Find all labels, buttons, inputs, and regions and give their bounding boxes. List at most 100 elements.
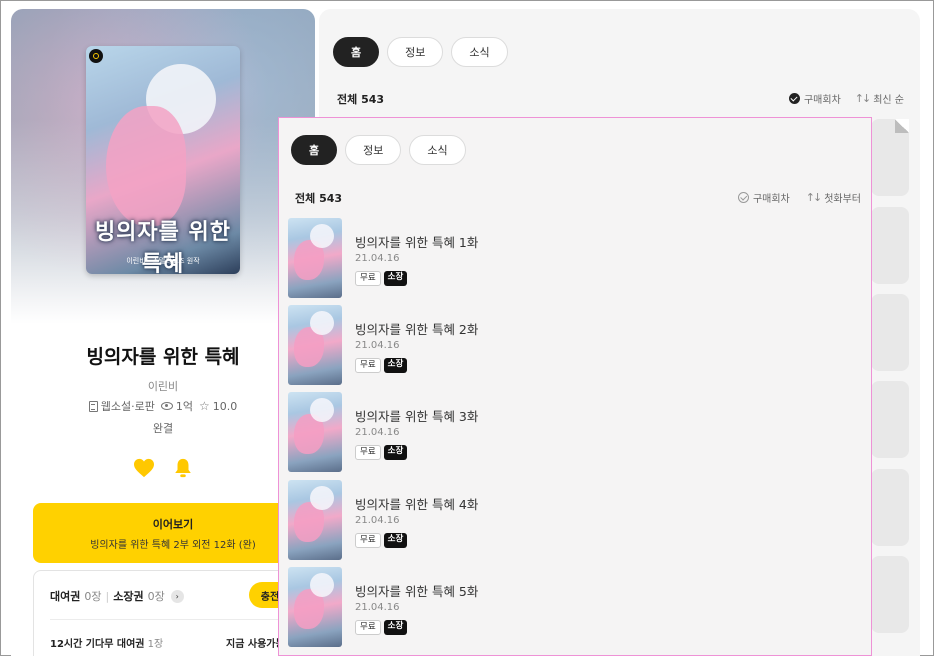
sort-label: 첫화부터 <box>824 194 861 205</box>
check-circle-icon <box>788 93 800 104</box>
views-info: 1억 <box>160 398 193 414</box>
episode-date: 21.04.16 <box>355 253 400 264</box>
purchased-filter[interactable]: 구매회차 <box>788 91 841 106</box>
ticket-box: 대여권 0장 | 소장권 0장 › 충전 12시간 기다무 대여권 1장 지금 … <box>33 570 315 656</box>
own-ticket-count: 0장 <box>147 590 165 603</box>
list-item[interactable] <box>871 556 909 633</box>
purchased-filter[interactable]: 구매회차 <box>737 190 790 205</box>
episode-title: 빙의자를 위한 특혜 2화 <box>355 322 479 337</box>
rental-ticket-label: 대여권 <box>50 590 81 603</box>
cover-image[interactable]: 빙의자를 위한 특혜 이린비 · 스텔라로즈 원작 <box>86 46 240 274</box>
episode-date: 21.04.16 <box>355 602 400 613</box>
episode-thumbnail <box>288 480 342 560</box>
eye-icon <box>160 402 173 410</box>
available-now-label[interactable]: 지금 사용가능 <box>226 635 285 650</box>
episode-badges: 무료 소장 <box>355 620 408 635</box>
episode-list-panel: 홈 정보 소식 전체 543 구매회차 ↑↓ 첫화부터 빙의자를 위한 특혜 1… <box>278 117 872 656</box>
sort-icon: ↑↓ <box>854 92 872 105</box>
episode-badges: 무료 소장 <box>355 358 408 373</box>
check-circle-icon <box>737 192 749 203</box>
tab-bar: 홈 정보 소식 <box>291 135 466 165</box>
tab-news[interactable]: 소식 <box>409 135 466 165</box>
chevron-right-icon[interactable]: › <box>170 589 184 603</box>
sort-toggle[interactable]: ↑↓ 첫화부터 <box>806 190 861 205</box>
episode-row[interactable]: 빙의자를 위한 특혜 2화 21.04.16 무료 소장 <box>288 305 848 385</box>
list-controls: 구매회차 ↑↓ 최신 순 <box>788 91 904 106</box>
episode-badges: 무료 소장 <box>355 533 408 548</box>
episode-row[interactable]: 빙의자를 위한 특혜 1화 21.04.16 무료 소장 <box>288 218 848 298</box>
wait-free-count: 1장 <box>147 639 164 650</box>
episode-row[interactable]: 빙의자를 위한 특혜 3화 21.04.16 무료 소장 <box>288 392 848 472</box>
continue-reading-button[interactable]: 이어보기 빙의자를 위한 특혜 2부 외전 12화 (완) <box>33 503 313 563</box>
owned-badge: 소장 <box>383 358 408 373</box>
series-author[interactable]: 이린비 <box>11 378 315 394</box>
bell-icon[interactable] <box>172 457 194 479</box>
views-text: 1억 <box>175 400 193 413</box>
page-corner-icon <box>895 119 909 133</box>
document-icon <box>88 400 98 412</box>
episode-date: 21.04.16 <box>355 340 400 351</box>
free-badge: 무료 <box>355 533 381 548</box>
episode-total: 전체 543 <box>337 93 385 106</box>
divider <box>50 619 314 620</box>
genre-text: 웹소설·로판 <box>100 400 155 413</box>
episode-total: 전체 543 <box>295 192 343 205</box>
episode-thumbnail <box>288 392 342 472</box>
continue-subtitle: 빙의자를 위한 특혜 2부 외전 12화 (완) <box>90 540 256 551</box>
episode-title: 빙의자를 위한 특혜 4화 <box>355 497 479 512</box>
tab-news[interactable]: 소식 <box>451 37 508 67</box>
list-item[interactable] <box>871 469 909 546</box>
rating-text: 10.0 <box>212 399 238 413</box>
free-badge: 무료 <box>355 620 381 635</box>
star-icon: ☆ <box>198 399 210 413</box>
purchased-filter-label: 구매회차 <box>752 194 790 205</box>
continue-label: 이어보기 <box>152 518 194 531</box>
series-title: 빙의자를 위한 특혜 <box>86 346 240 368</box>
owned-badge: 소장 <box>383 620 408 635</box>
sort-icon: ↑↓ <box>805 191 823 204</box>
episode-row[interactable]: 빙의자를 위한 특혜 5화 21.04.16 무료 소장 <box>288 567 848 647</box>
completion-status: 완결 <box>152 422 174 435</box>
free-badge: 무료 <box>355 271 381 286</box>
episode-badges: 무료 소장 <box>355 445 408 460</box>
purchased-filter-label: 구매회차 <box>803 95 841 106</box>
episode-row[interactable]: 빙의자를 위한 특혜 4화 21.04.16 무료 소장 <box>288 480 848 560</box>
owned-badge: 소장 <box>383 445 408 460</box>
list-item[interactable] <box>871 294 909 371</box>
episode-title: 빙의자를 위한 특혜 3화 <box>355 409 479 424</box>
list-item[interactable] <box>871 381 909 458</box>
wait-free-label: 12시간 기다무 대여권 <box>50 639 145 650</box>
wait-free-ticket: 12시간 기다무 대여권 1장 <box>50 635 163 650</box>
episode-thumbnail <box>288 305 342 385</box>
tab-home[interactable]: 홈 <box>333 37 380 67</box>
genre-info: 웹소설·로판 <box>88 398 155 414</box>
ticket-counts: 대여권 0장 | 소장권 0장 › <box>50 588 184 604</box>
episode-title: 빙의자를 위한 특혜 5화 <box>355 584 479 599</box>
cover-credit: 이린비 · 스텔라로즈 원작 <box>126 257 200 265</box>
owned-badge: 소장 <box>383 271 408 286</box>
free-badge: 무료 <box>355 445 381 460</box>
rating-info: ☆ 10.0 <box>199 400 237 413</box>
episode-title: 빙의자를 위한 특혜 1화 <box>355 235 479 250</box>
series-meta: 웹소설·로판 1억 ☆ 10.0 <box>11 398 315 414</box>
series-info-panel: 빙의자를 위한 특혜 이린비 · 스텔라로즈 원작 빙의자를 위한 특혜 이린비… <box>11 9 315 656</box>
tab-info[interactable]: 정보 <box>387 37 444 67</box>
episode-thumbnail <box>288 567 342 647</box>
rental-ticket-count: 0장 <box>84 590 102 603</box>
episode-badges: 무료 소장 <box>355 271 408 286</box>
owned-badge: 소장 <box>383 533 408 548</box>
list-item[interactable] <box>871 207 909 284</box>
list-controls: 구매회차 ↑↓ 첫화부터 <box>737 190 861 205</box>
sort-toggle[interactable]: ↑↓ 최신 순 <box>855 91 904 106</box>
episode-date: 21.04.16 <box>355 515 400 526</box>
tab-home[interactable]: 홈 <box>291 135 338 165</box>
sort-label: 최신 순 <box>873 95 904 106</box>
episode-thumbnail <box>288 218 342 298</box>
wait-free-clock-icon <box>89 49 103 63</box>
tab-info[interactable]: 정보 <box>345 135 402 165</box>
heart-icon[interactable] <box>133 458 155 478</box>
free-badge: 무료 <box>355 358 381 373</box>
own-ticket-label: 소장권 <box>113 590 144 603</box>
bg-tab-bar: 홈 정보 소식 <box>333 37 508 67</box>
episode-date: 21.04.16 <box>355 427 400 438</box>
